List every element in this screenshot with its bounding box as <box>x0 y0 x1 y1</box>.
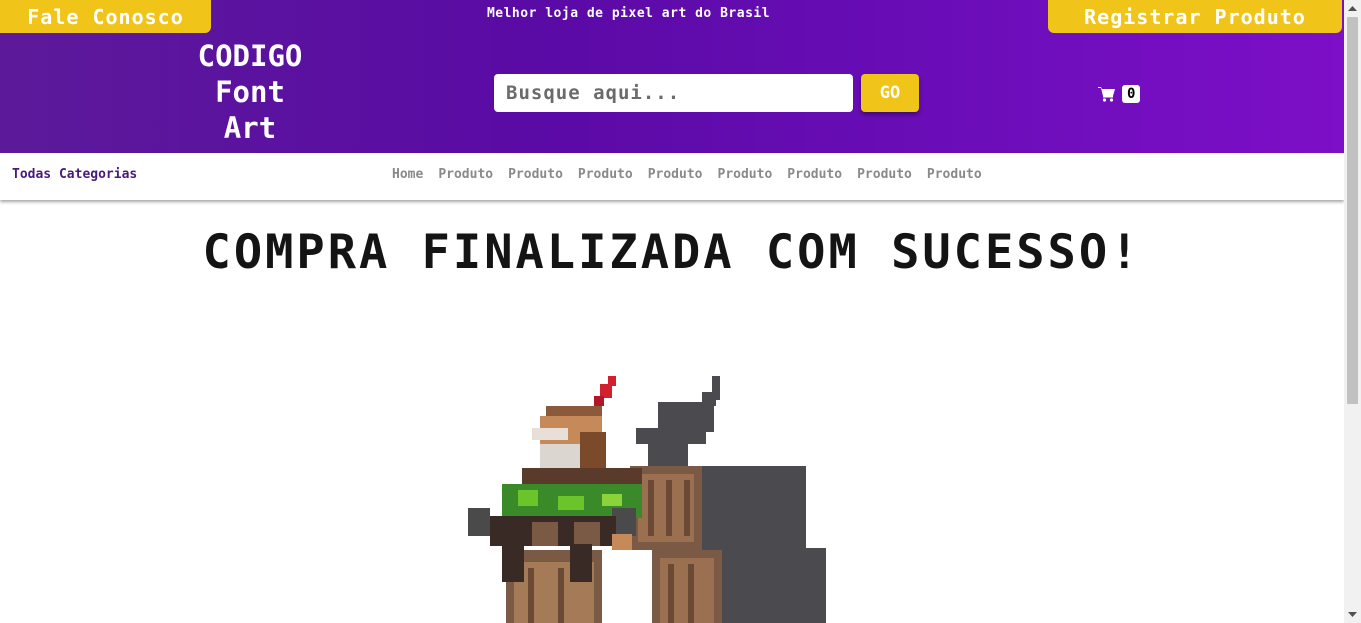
scroll-up-arrow-icon[interactable] <box>1344 0 1361 17</box>
site-header: Fale Conosco Melhor loja de pixel art do… <box>0 0 1344 153</box>
cart-icon <box>1098 87 1115 102</box>
nav-link-produto[interactable]: Produto <box>857 167 912 182</box>
logo-line-2: Font <box>215 75 285 109</box>
search-input[interactable] <box>494 74 853 112</box>
nav-link-produto[interactable]: Produto <box>438 167 493 182</box>
site-logo[interactable]: CODIGO Font Art <box>170 38 330 146</box>
all-categories-link[interactable]: Todas Categorias <box>12 167 137 182</box>
search-go-button[interactable]: GO <box>861 74 919 112</box>
contact-button[interactable]: Fale Conosco <box>0 0 211 33</box>
nav-link-produto[interactable]: Produto <box>787 167 842 182</box>
logo-line-3: Art <box>223 111 277 145</box>
nav-link-produto[interactable]: Produto <box>578 167 633 182</box>
cart-count-badge: 0 <box>1122 85 1141 103</box>
tagline: Melhor loja de pixel art do Brasil <box>486 6 771 21</box>
scroll-down-arrow-icon[interactable] <box>1344 606 1361 623</box>
nav-link-produto[interactable]: Produto <box>927 167 982 182</box>
register-product-button[interactable]: Registrar Produto <box>1048 0 1342 33</box>
logo-line-1: CODIGO <box>197 39 303 73</box>
cart[interactable]: 0 <box>1098 84 1141 104</box>
category-navbar: Todas Categorias Home Produto Produto Pr… <box>0 153 1344 200</box>
nav-link-produto[interactable]: Produto <box>718 167 773 182</box>
success-headline: COMPRA FINALIZADA COM SUCESSO! <box>202 225 1142 280</box>
nav-link-home[interactable]: Home <box>392 167 423 182</box>
scrollbar-thumb[interactable] <box>1347 17 1358 404</box>
nav-link-produto[interactable]: Produto <box>508 167 563 182</box>
vertical-scrollbar[interactable] <box>1344 0 1361 623</box>
nav-links: Home Produto Produto Produto Produto Pro… <box>392 167 982 182</box>
pixel-art-illustration <box>468 376 826 623</box>
nav-link-produto[interactable]: Produto <box>648 167 703 182</box>
